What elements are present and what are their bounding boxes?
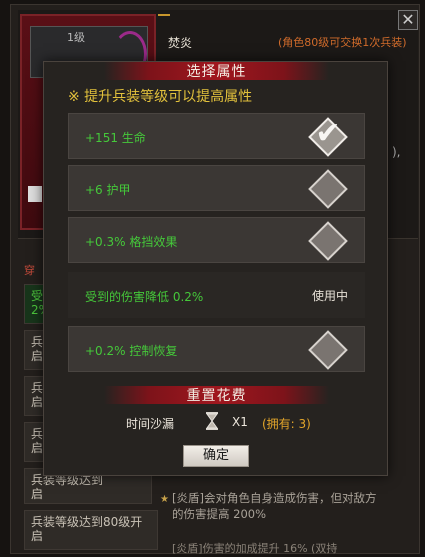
star-icon: ★ <box>160 494 169 505</box>
attribute-label: 受到的伤害降低 0.2% <box>85 290 204 304</box>
exchange-note: (角色80级可交换1次兵装) <box>278 36 407 49</box>
skill-description-2: [炎盾]伤害的加成提升 16% (双持 <box>172 542 338 555</box>
left-list-item[interactable]: 兵装等级达到80级开 启 <box>24 510 158 550</box>
bg-fragment-text: ), <box>392 145 401 159</box>
equipment-name: 焚炎 <box>168 36 193 50</box>
cost-item-name: 时间沙漏 <box>126 417 175 431</box>
checkbox-icon[interactable] <box>308 330 348 370</box>
checkbox-icon[interactable] <box>308 169 348 209</box>
attribute-option[interactable]: +0.3% 格挡效果 <box>68 217 365 263</box>
attribute-option[interactable]: +151 生命 ✔ <box>68 113 365 159</box>
skill-description: [炎盾]会对角色自身造成伤害，但对敌方的伤害提高 200% <box>172 491 377 521</box>
portrait-tag <box>28 186 42 202</box>
checkbox-icon[interactable] <box>308 221 348 261</box>
attribute-label: +6 护甲 <box>85 183 131 197</box>
upgrade-hint: ※ 提升兵装等级可以提高属性 <box>68 89 253 105</box>
in-use-status: 使用中 <box>311 289 348 303</box>
attribute-label: +0.3% 格挡效果 <box>85 235 178 249</box>
cost-quantity: X1 <box>232 415 248 429</box>
reset-cost-title: 重置花费 <box>104 386 329 404</box>
attribute-option-in-use: 受到的伤害降低 0.2% 使用中 <box>68 272 365 318</box>
confirm-button[interactable]: 确定 <box>183 445 249 467</box>
left-tab-label[interactable]: 穿 <box>24 262 35 278</box>
attribute-option[interactable]: +6 护甲 <box>68 165 365 211</box>
attribute-option[interactable]: +0.2% 控制恢复 <box>68 326 365 372</box>
hourglass-icon <box>206 412 218 430</box>
attribute-label: +0.2% 控制恢复 <box>85 344 178 358</box>
dialog-title: 选择属性 <box>104 62 329 80</box>
level-label: 1级 <box>67 31 85 44</box>
attribute-label: +151 生命 <box>85 131 146 145</box>
select-attribute-dialog: 选择属性 ※ 提升兵装等级可以提高属性 +151 生命 ✔ +6 护甲 +0.3… <box>43 61 388 476</box>
owned-count: (拥有: 3) <box>262 417 311 431</box>
checkbox-checked-icon[interactable]: ✔ <box>308 117 348 157</box>
arrow-deco-icon <box>158 14 170 16</box>
close-button[interactable]: ✕ <box>398 10 418 30</box>
